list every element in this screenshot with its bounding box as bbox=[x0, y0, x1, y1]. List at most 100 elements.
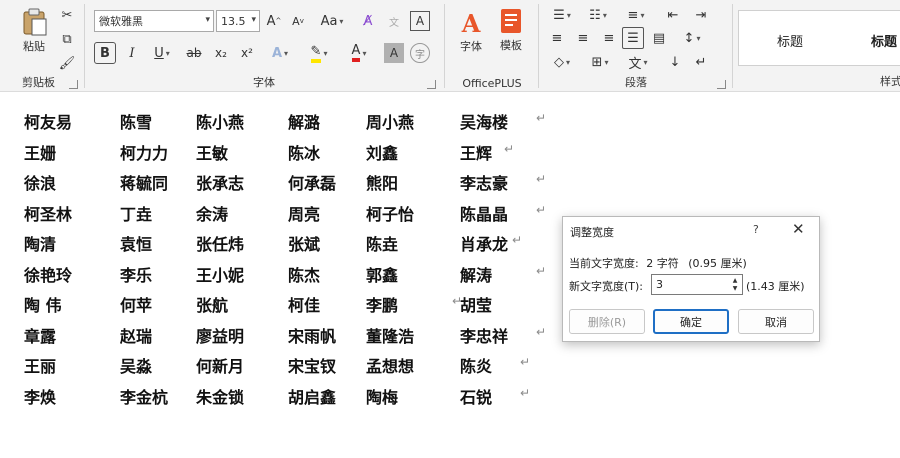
officeplus-template-button[interactable]: 模板 bbox=[494, 6, 528, 56]
bold-label: B bbox=[100, 45, 110, 61]
delete-button[interactable]: 删除(R) bbox=[569, 309, 645, 334]
new-width-stepper[interactable]: 3 ▲ ▼ bbox=[651, 274, 743, 295]
new-width-value[interactable]: 3 bbox=[656, 278, 663, 291]
numbering-button[interactable]: ☷ ▾ bbox=[582, 5, 614, 25]
show-marks-icon[interactable]: ↵ bbox=[690, 52, 712, 72]
paragraph-mark-icon: ↵ bbox=[452, 294, 463, 308]
grow-font-button[interactable]: A ^ bbox=[264, 11, 284, 31]
current-width-label: 当前文字宽度: bbox=[569, 257, 639, 270]
italic-button[interactable]: I bbox=[122, 42, 142, 64]
current-width-line: 当前文字宽度: 2 字符 (0.95 厘米) bbox=[569, 255, 747, 271]
name-cell: 周亮 bbox=[288, 204, 321, 224]
enclose-char-label: 字 bbox=[415, 49, 425, 61]
borders-button[interactable]: ⊞ ▾ bbox=[584, 52, 616, 72]
name-cell: 柯力力 bbox=[120, 143, 169, 163]
name-cell: 陈小燕 bbox=[196, 113, 245, 132]
change-case-button[interactable]: Aa ▾ bbox=[316, 11, 348, 31]
char-shading-button[interactable]: A bbox=[384, 43, 404, 63]
paste-label: 粘贴 bbox=[23, 40, 45, 53]
justify-icon[interactable]: ☰ bbox=[622, 27, 644, 49]
name-cell: 李鹏 bbox=[366, 296, 399, 315]
separator bbox=[538, 4, 539, 88]
name-cell: 徐艳玲 bbox=[24, 265, 73, 285]
name-cell: 肖承龙 bbox=[460, 235, 509, 254]
name-cell: 柯友易 bbox=[24, 113, 73, 132]
name-cell: 张航 bbox=[196, 296, 229, 315]
font-group: 微软雅黑 ▾ 13.5 ▾ A ^ Av Aa ▾ A̸ 文 A B I U ▾ ab… bbox=[88, 0, 440, 92]
char-border-button[interactable]: A bbox=[410, 11, 430, 31]
name-cell: 孟想想 bbox=[366, 357, 415, 376]
bullets-button[interactable]: ☰ ▾ bbox=[546, 5, 578, 25]
name-cell: 柯佳 bbox=[288, 296, 321, 315]
subscript-button[interactable]: x₂ bbox=[210, 42, 232, 64]
align-right-icon[interactable]: ≡ bbox=[598, 28, 620, 48]
name-cell: 柯子怡 bbox=[366, 204, 415, 224]
clipboard-launcher-icon[interactable] bbox=[69, 80, 78, 89]
align-left-icon[interactable]: ≡ bbox=[546, 28, 568, 48]
close-icon[interactable]: ✕ bbox=[792, 220, 805, 238]
distributed-icon[interactable]: ▤ bbox=[648, 28, 670, 48]
multilevel-list-button[interactable]: ≡ ▾ bbox=[620, 5, 652, 25]
table-row: 徐浪 蒋毓同 张承志 何承磊 熊阳 李志豪 ↵ bbox=[24, 170, 564, 200]
font-name-select[interactable]: 微软雅黑 ▾ bbox=[94, 10, 214, 32]
officeplus-group: A 字体 模板 OfficePLUS bbox=[448, 0, 536, 92]
clipboard-icon bbox=[23, 8, 47, 36]
underline-button[interactable]: U ▾ bbox=[146, 42, 178, 64]
align-center-icon[interactable]: ≡ bbox=[572, 28, 594, 48]
shading-button[interactable]: ◇ ▾ bbox=[546, 52, 578, 72]
paragraph-mark-icon: ↵ bbox=[520, 385, 531, 400]
format-painter-icon[interactable]: 🖌 bbox=[58, 54, 76, 72]
name-cell: 吴海楼 bbox=[460, 113, 509, 132]
highlight-button[interactable]: ✎ ▾ bbox=[302, 42, 336, 64]
increase-indent-icon[interactable]: ⇥ bbox=[690, 5, 712, 25]
name-cell: 陈垚 bbox=[366, 235, 399, 254]
name-cell: 丁垚 bbox=[120, 204, 153, 224]
sort-icon[interactable]: ↓ bbox=[664, 52, 686, 72]
name-cell: 廖益明 bbox=[196, 326, 245, 346]
superscript-button[interactable]: x² bbox=[236, 42, 258, 64]
decrease-indent-icon[interactable]: ⇤ bbox=[662, 5, 684, 25]
officeplus-font-button[interactable]: A 字体 bbox=[454, 6, 488, 56]
font-size-select[interactable]: 13.5 ▾ bbox=[216, 10, 260, 32]
style-heading-2[interactable]: 标题 bbox=[871, 31, 897, 50]
shrink-font-label: A bbox=[292, 14, 300, 28]
phonetic-guide-icon[interactable]: 文 bbox=[384, 11, 404, 31]
paragraph-mark-icon: ↵ bbox=[520, 355, 531, 369]
officeplus-template-label: 模板 bbox=[500, 39, 522, 52]
ribbon: 粘贴 ✂ ⧉ 🖌 剪贴板 微软雅黑 ▾ 13.5 ▾ A ^ Av Aa ▾ A̸ … bbox=[0, 0, 900, 92]
new-width-cm: (1.43 厘米) bbox=[746, 280, 805, 293]
text-effect-button[interactable]: A ▾ bbox=[264, 42, 296, 64]
subscript-label: x₂ bbox=[215, 46, 227, 60]
name-cell: 解潞 bbox=[288, 113, 321, 132]
style-heading-1[interactable]: 标题 bbox=[777, 31, 803, 50]
table-row: 陶清 袁恒 张任炜 张斌 陈垚 肖承龙 ↵ bbox=[24, 231, 564, 261]
enclose-char-button[interactable]: 字 bbox=[410, 43, 430, 63]
copy-icon[interactable]: ⧉ bbox=[58, 30, 76, 48]
cut-icon[interactable]: ✂ bbox=[58, 6, 76, 24]
line-spacing-button[interactable]: ↕ ▾ bbox=[676, 28, 708, 48]
font-color-button[interactable]: A ▾ bbox=[342, 42, 376, 64]
cancel-button[interactable]: 取消 bbox=[738, 309, 814, 334]
styles-group-label: 样式 bbox=[880, 75, 900, 88]
ok-button[interactable]: 确定 bbox=[653, 309, 729, 334]
strikethrough-button[interactable]: ab bbox=[182, 42, 206, 64]
adjust-width-dialog: 调整宽度 ? ✕ 当前文字宽度: 2 字符 (0.95 厘米) 新文字宽度(T)… bbox=[562, 216, 820, 342]
name-cell: 王姗 bbox=[24, 143, 57, 163]
officeplus-group-label: OfficePLUS bbox=[462, 77, 522, 90]
name-cell: 宋雨帆 bbox=[288, 326, 337, 346]
styles-gallery: 标题 标题 bbox=[738, 10, 900, 66]
name-cell: 刘鑫 bbox=[366, 143, 399, 163]
name-cell: 赵瑞 bbox=[120, 326, 153, 346]
paragraph-mark-icon: ↵ bbox=[504, 141, 515, 156]
paragraph-launcher-icon[interactable] bbox=[717, 80, 726, 89]
clear-format-icon[interactable]: A̸ bbox=[358, 11, 378, 31]
shrink-font-button[interactable]: Av bbox=[288, 11, 308, 31]
bold-button[interactable]: B bbox=[94, 42, 116, 64]
font-launcher-icon[interactable] bbox=[427, 80, 436, 89]
asian-layout-button[interactable]: 文 ▾ bbox=[622, 52, 654, 72]
name-cell: 李志豪 bbox=[460, 174, 509, 193]
help-icon[interactable]: ? bbox=[753, 223, 759, 236]
name-cell: 余涛 bbox=[196, 204, 229, 224]
paste-button[interactable]: 粘贴 bbox=[18, 6, 50, 56]
spin-down-icon[interactable]: ▼ bbox=[730, 284, 740, 293]
